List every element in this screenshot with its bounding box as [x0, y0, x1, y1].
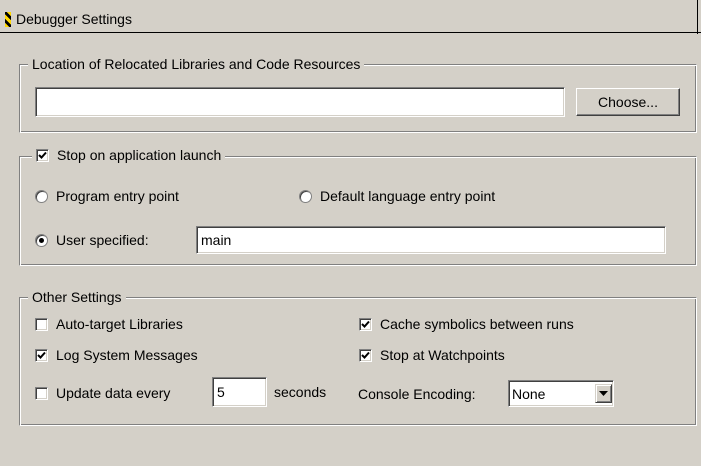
check-icon: [361, 351, 370, 359]
chevron-down-icon: [599, 391, 608, 396]
default-language-label: Default language entry point: [320, 188, 496, 204]
title-divider: [0, 32, 701, 33]
choose-button[interactable]: Choose...: [576, 88, 680, 116]
console-encoding-label: Console Encoding:: [358, 386, 476, 402]
launch-legend: Stop on application launch: [32, 147, 226, 163]
program-entry-radio[interactable]: [35, 189, 48, 203]
console-encoding-value: None: [512, 385, 546, 402]
other-settings-legend: Other Settings: [28, 289, 126, 305]
stop-on-launch-label: Stop on application launch: [57, 147, 222, 163]
user-specified-input[interactable]: [196, 226, 666, 254]
stop-watchpoints-row[interactable]: Stop at Watchpoints: [359, 347, 505, 363]
update-data-checkbox[interactable]: [35, 386, 48, 400]
relocated-path-input[interactable]: [35, 87, 565, 117]
user-specified-label: User specified:: [56, 232, 149, 248]
cache-symbolics-row[interactable]: Cache symbolics between runs: [359, 316, 574, 332]
title-divider-vertical: [697, 0, 698, 34]
cache-symbolics-label: Cache symbolics between runs: [380, 316, 574, 332]
stop-watchpoints-checkbox[interactable]: [359, 348, 372, 362]
radio-selected-dot: [39, 237, 44, 243]
auto-target-row[interactable]: Auto-target Libraries: [35, 316, 183, 332]
log-system-label: Log System Messages: [56, 347, 198, 363]
settings-title-bar: Debugger Settings: [0, 0, 701, 34]
program-entry-radio-row[interactable]: Program entry point: [35, 188, 179, 204]
auto-target-label: Auto-target Libraries: [56, 316, 183, 332]
check-icon: [361, 320, 370, 328]
check-icon: [37, 351, 46, 359]
user-specified-radio[interactable]: [35, 233, 48, 247]
cache-symbolics-checkbox[interactable]: [359, 317, 372, 331]
log-system-checkbox[interactable]: [35, 348, 48, 362]
console-encoding-select[interactable]: None: [508, 380, 614, 407]
console-encoding-dropdown-button[interactable]: [595, 384, 612, 403]
page-title: Debugger Settings: [16, 11, 132, 27]
check-icon: [38, 151, 47, 159]
default-language-radio-row[interactable]: Default language entry point: [299, 188, 495, 204]
relocated-libraries-legend: Location of Relocated Libraries and Code…: [28, 56, 365, 72]
update-interval-input[interactable]: [212, 377, 267, 407]
debugger-panel-icon: [5, 12, 11, 27]
seconds-label: seconds: [274, 384, 327, 400]
log-system-row[interactable]: Log System Messages: [35, 347, 198, 363]
user-specified-radio-row[interactable]: User specified:: [35, 232, 149, 248]
program-entry-label: Program entry point: [56, 188, 179, 204]
default-language-radio[interactable]: [299, 189, 312, 203]
stop-watchpoints-label: Stop at Watchpoints: [380, 347, 505, 363]
update-data-row[interactable]: Update data every: [35, 385, 170, 401]
update-data-label: Update data every: [56, 385, 171, 401]
auto-target-checkbox[interactable]: [35, 317, 48, 331]
stop-on-launch-checkbox[interactable]: [36, 148, 49, 162]
